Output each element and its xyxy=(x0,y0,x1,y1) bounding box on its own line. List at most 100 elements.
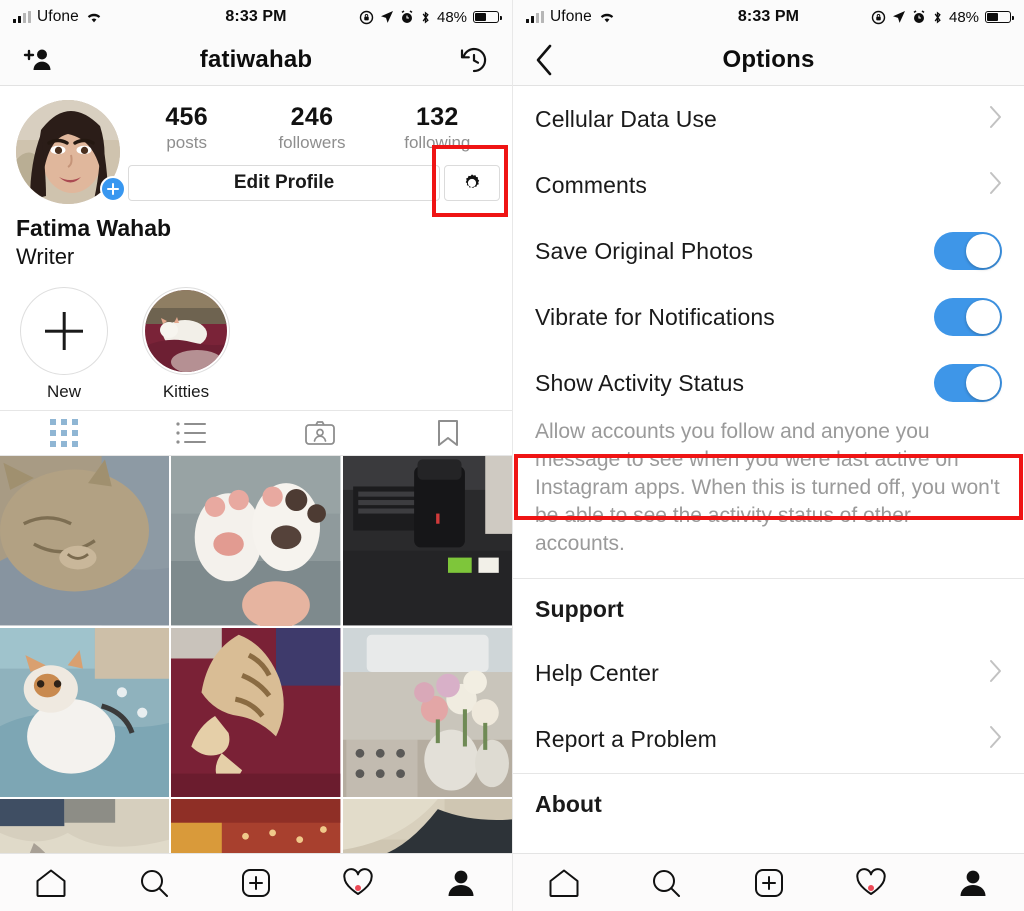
wifi-icon xyxy=(600,13,614,23)
grid-photo[interactable] xyxy=(342,456,512,626)
option-save-original-photos[interactable]: Save Original Photos xyxy=(513,218,1024,284)
profile-tab[interactable] xyxy=(922,868,1024,898)
bluetooth-icon xyxy=(422,10,429,24)
add-person-icon[interactable] xyxy=(20,47,52,73)
dual-screenshot: Ufone 8:33 PM 48% fatiwahab 456 posts 24… xyxy=(0,0,1024,911)
battery-percent: 48% xyxy=(948,8,980,26)
stat-followers[interactable]: 246 followers xyxy=(249,103,374,153)
stat-posts-count: 456 xyxy=(165,103,208,131)
bluetooth-icon xyxy=(934,10,941,24)
about-section-header: About xyxy=(513,772,1024,835)
location-arrow-icon xyxy=(892,11,905,23)
activity-status-description: Allow accounts you follow and anyone you… xyxy=(513,416,1024,579)
signal-bars-icon xyxy=(526,11,544,23)
status-bar-left-group: Ufone xyxy=(526,8,738,26)
clock-time: 8:33 PM xyxy=(225,8,287,25)
history-clock-icon[interactable] xyxy=(458,44,490,76)
option-help-center[interactable]: Help Center xyxy=(513,640,1024,707)
chevron-left-icon[interactable] xyxy=(533,43,557,77)
list-tab[interactable] xyxy=(128,420,256,446)
bottom-tab-bar-left xyxy=(0,853,512,911)
notification-badge-dot xyxy=(867,885,874,891)
option-show-activity-status[interactable]: Show Activity Status xyxy=(513,350,1024,416)
edit-profile-button[interactable]: Edit Profile xyxy=(128,164,440,201)
stat-following-count: 132 xyxy=(416,103,459,131)
plus-badge-icon[interactable] xyxy=(100,176,126,202)
option-label: Comments xyxy=(535,171,647,198)
status-bar-right-group: 48% xyxy=(799,8,1014,26)
tagged-tab[interactable] xyxy=(256,419,384,447)
carrier-name: Ufone xyxy=(37,8,79,25)
rotation-lock-icon xyxy=(359,10,374,24)
new-highlight-circle[interactable] xyxy=(20,287,108,376)
list-icon xyxy=(176,422,206,444)
profile-full-name: Fatima Wahab xyxy=(16,215,172,241)
stat-posts[interactable]: 456 posts xyxy=(124,103,249,153)
options-title: Options xyxy=(722,45,815,73)
grid-tab[interactable] xyxy=(0,419,128,448)
toggle-knob xyxy=(966,366,1000,400)
vibrate-for-notifications-toggle[interactable] xyxy=(934,298,1002,336)
home-tab[interactable] xyxy=(0,868,102,898)
stat-posts-label: posts xyxy=(166,132,207,152)
option-comments[interactable]: Comments xyxy=(513,152,1024,218)
stat-followers-count: 246 xyxy=(290,103,334,131)
plus-square-icon xyxy=(754,868,783,897)
search-icon xyxy=(140,869,168,897)
profile-action-buttons: Edit Profile xyxy=(124,164,500,201)
highlight-kitties[interactable]: Kitties xyxy=(140,287,232,402)
add-post-tab[interactable] xyxy=(205,868,307,898)
heart-icon xyxy=(343,868,374,895)
heart-icon xyxy=(856,868,886,895)
grid-photo[interactable] xyxy=(0,627,170,797)
add-post-tab[interactable] xyxy=(717,868,819,898)
grid-photo[interactable] xyxy=(171,456,341,626)
search-tab[interactable] xyxy=(615,868,717,898)
highlight-new[interactable]: New xyxy=(18,287,110,402)
rotation-lock-icon xyxy=(871,10,886,24)
options-nav-bar: Options xyxy=(513,34,1024,86)
show-activity-status-toggle[interactable] xyxy=(934,364,1002,402)
grid-photo[interactable] xyxy=(171,627,341,797)
status-bar-left: Ufone 8:33 PM 48% xyxy=(0,0,512,34)
toggle-knob xyxy=(966,234,1000,268)
gear-icon[interactable] xyxy=(444,164,500,201)
saved-tab[interactable] xyxy=(384,418,512,448)
option-report-a-problem[interactable]: Report a Problem xyxy=(513,706,1024,773)
activity-tab[interactable] xyxy=(820,868,922,897)
home-tab[interactable] xyxy=(513,868,615,898)
profile-content-tabs xyxy=(0,410,512,457)
story-highlights: New Kitties xyxy=(0,271,512,410)
bottom-tab-bar-right xyxy=(513,853,1024,911)
option-vibrate-for-notifications[interactable]: Vibrate for Notifications xyxy=(513,284,1024,350)
highlight-label: Kitties xyxy=(162,382,210,402)
chevron-right-icon xyxy=(988,725,1002,754)
save-original-photos-toggle[interactable] xyxy=(934,232,1002,270)
activity-tab[interactable] xyxy=(307,868,409,897)
stat-followers-label: followers xyxy=(278,132,346,152)
option-cellular-data-use[interactable]: Cellular Data Use xyxy=(513,86,1024,152)
grid-photo[interactable] xyxy=(0,456,170,626)
chevron-right-icon xyxy=(988,659,1002,688)
profile-stats: 456 posts 246 followers 132 following xyxy=(124,100,500,153)
grid-icon xyxy=(50,419,78,448)
chevron-right-icon xyxy=(988,105,1002,134)
options-content: Cellular Data Use Comments Save Original… xyxy=(513,86,1024,835)
kitties-highlight-circle[interactable] xyxy=(142,287,230,376)
status-bar-left-group: Ufone xyxy=(13,8,225,26)
battery-icon xyxy=(985,11,1014,23)
carrier-name: Ufone xyxy=(550,8,592,25)
instagram-profile-screen: Ufone 8:33 PM 48% fatiwahab 456 posts 24… xyxy=(0,0,512,911)
status-bar-right: Ufone 8:33 PM 48% xyxy=(513,0,1024,34)
search-tab[interactable] xyxy=(102,868,204,898)
profile-stats-and-actions: 456 posts 246 followers 132 following Ed… xyxy=(124,100,512,204)
option-label: Help Center xyxy=(535,660,659,687)
section-label: About xyxy=(535,790,602,817)
stat-following[interactable]: 132 following xyxy=(375,103,500,153)
profile-tab[interactable] xyxy=(410,868,512,898)
notification-badge-dot xyxy=(355,885,362,891)
avatar-container[interactable] xyxy=(0,100,126,204)
grid-photo[interactable] xyxy=(342,627,512,797)
toggle-knob xyxy=(966,300,1000,334)
signal-bars-icon xyxy=(13,11,31,23)
